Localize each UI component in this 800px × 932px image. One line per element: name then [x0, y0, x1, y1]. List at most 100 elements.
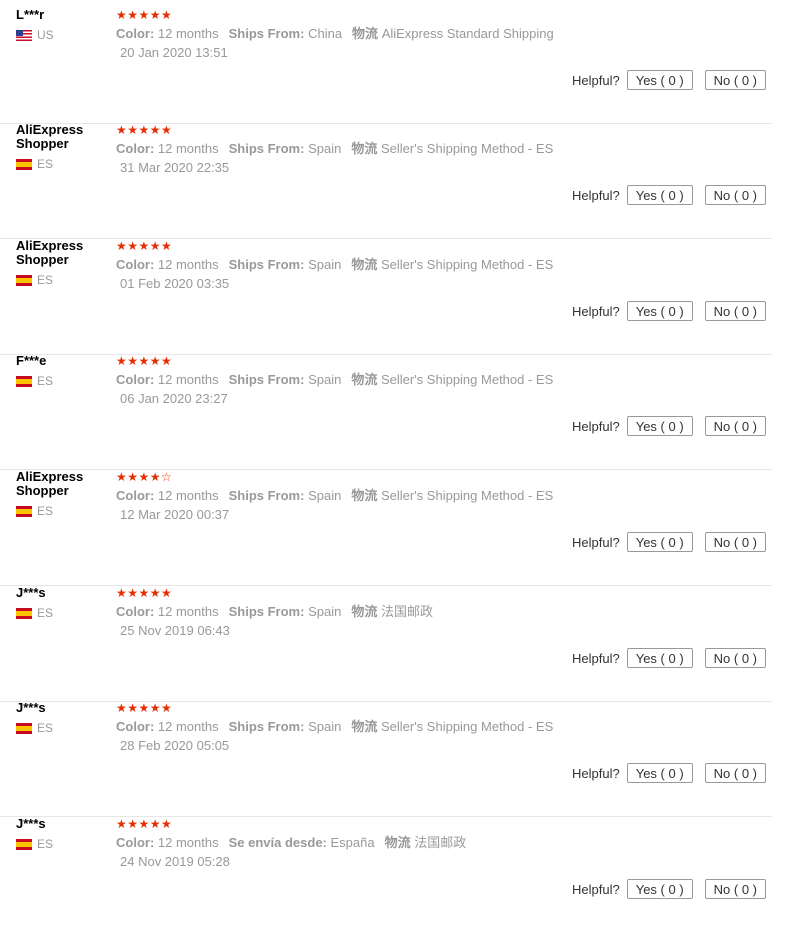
- helpful-no-button[interactable]: No ( 0 ): [704, 70, 766, 90]
- helpful-no-button[interactable]: No ( 0 ): [704, 879, 766, 899]
- logistics-label: 物流: [351, 488, 378, 503]
- country-code: ES: [37, 504, 54, 518]
- star-rating: ★★★★★: [116, 354, 173, 368]
- helpful-no-button[interactable]: No ( 0 ): [704, 185, 766, 205]
- ships-from-value: Spain: [308, 719, 342, 734]
- helpful-controls: Helpful? Yes ( 0 ) No ( 0 ): [572, 416, 766, 436]
- helpful-label: Helpful?: [572, 650, 620, 666]
- ships-from-label: Ships From:: [228, 488, 305, 503]
- review-date: 06 Jan 2020 23:27: [120, 391, 228, 406]
- helpful-controls: Helpful? Yes ( 0 ) No ( 0 ): [572, 879, 766, 899]
- reviewer-country: ES: [16, 837, 108, 851]
- flag-icon: [16, 505, 32, 517]
- ships-from-value: China: [308, 26, 343, 41]
- logistics-label: 物流: [352, 26, 379, 41]
- ships-from-label: Ships From:: [228, 604, 305, 619]
- helpful-controls: Helpful? Yes ( 0 ) No ( 0 ): [572, 763, 766, 783]
- review-item: AliExpress Shopper ES ★★★★★ Color: 12 month…: [0, 123, 772, 239]
- review-details: ★★★★★ Color: 12 months Ships From: Spain 物流…: [116, 123, 553, 176]
- helpful-no-button[interactable]: No ( 0 ): [704, 763, 766, 783]
- helpful-no-button[interactable]: No ( 0 ): [704, 301, 766, 321]
- review-attributes: Color: 12 months Ships From: Spain 物流 Sell…: [116, 257, 553, 273]
- reviewer-info: L***r US: [16, 8, 108, 42]
- country-code: ES: [37, 606, 54, 620]
- color-label: Color:: [116, 488, 155, 503]
- helpful-no-button[interactable]: No ( 0 ): [704, 648, 766, 668]
- review-details: ★★★★★ Color: 12 months Se envía desde: Esp…: [116, 817, 466, 870]
- helpful-yes-button[interactable]: Yes ( 0 ): [626, 532, 693, 552]
- helpful-yes-button[interactable]: Yes ( 0 ): [626, 70, 693, 90]
- reviewer-info: J***s ES: [16, 586, 108, 620]
- ships-from-label: Ships From:: [228, 141, 305, 156]
- review-item: AliExpress Shopper ES ★★★★☆ Color: 12 month…: [0, 470, 772, 586]
- review-item: J***s ES ★★★★★ Color: 12 months Se envía des…: [0, 817, 772, 932]
- reviewer-info: AliExpress Shopper ES: [16, 239, 108, 287]
- helpful-yes-button[interactable]: Yes ( 0 ): [626, 648, 693, 668]
- helpful-yes-button[interactable]: Yes ( 0 ): [626, 416, 693, 436]
- review-item: J***s ES ★★★★★ Color: 12 months Ships From: …: [0, 701, 772, 817]
- ships-from-value: Spain: [308, 257, 342, 272]
- logistics-label: 物流: [351, 604, 378, 619]
- reviewer-country: ES: [16, 721, 108, 735]
- review-date: 28 Feb 2020 05:05: [120, 738, 230, 753]
- star-rating: ★★★★★: [116, 123, 173, 137]
- color-label: Color:: [116, 604, 155, 619]
- ships-from-label: Ships From:: [228, 26, 305, 41]
- reviewer-info: J***s ES: [16, 701, 108, 735]
- flag-icon: [16, 274, 32, 286]
- review-date: 24 Nov 2019 05:28: [120, 854, 230, 869]
- ships-from-label: Se envía desde:: [228, 835, 327, 850]
- review-attributes: Color: 12 months Ships From: Spain 物流 Sell…: [116, 141, 553, 157]
- star-rating: ★★★★★: [116, 8, 173, 22]
- review-attributes: Color: 12 months Ships From: Spain 物流 Sell…: [116, 719, 553, 735]
- review-item: J***s ES ★★★★★ Color: 12 months Ships From: …: [0, 586, 772, 702]
- reviewer-name: J***s: [16, 700, 46, 715]
- reviewer-name: J***s: [16, 585, 46, 600]
- helpful-yes-button[interactable]: Yes ( 0 ): [626, 301, 693, 321]
- reviewer-name: J***s: [16, 816, 46, 831]
- helpful-label: Helpful?: [572, 303, 620, 319]
- helpful-yes-button[interactable]: Yes ( 0 ): [626, 763, 693, 783]
- helpful-no-button[interactable]: No ( 0 ): [704, 532, 766, 552]
- review-list: L***r US ★★★★★ Color: 12 months Ships From: …: [0, 0, 800, 902]
- star-rating: ★★★★★: [116, 701, 173, 715]
- helpful-yes-button[interactable]: Yes ( 0 ): [626, 185, 693, 205]
- color-value: 12 months: [157, 719, 219, 734]
- color-label: Color:: [116, 26, 155, 41]
- review-attributes: Color: 12 months Ships From: Spain 物流 Sell…: [116, 372, 553, 388]
- review-date: 01 Feb 2020 03:35: [120, 276, 230, 291]
- reviewer-name: AliExpress Shopper: [16, 469, 84, 498]
- reviewer-country: US: [16, 28, 108, 42]
- review-attributes: Color: 12 months Se envía desde: España 物流…: [116, 835, 466, 851]
- reviewer-name: L***r: [16, 7, 45, 22]
- ships-from-label: Ships From:: [228, 719, 305, 734]
- helpful-no-button[interactable]: No ( 0 ): [704, 416, 766, 436]
- reviewer-name: F***e: [16, 353, 47, 368]
- review-details: ★★★★★ Color: 12 months Ships From: Spain 物流…: [116, 701, 553, 754]
- color-label: Color:: [116, 719, 155, 734]
- review-item: AliExpress Shopper ES ★★★★★ Color: 12 month…: [0, 239, 772, 355]
- reviewer-country: ES: [16, 606, 108, 620]
- reviewer-info: AliExpress Shopper ES: [16, 470, 108, 518]
- helpful-label: Helpful?: [572, 534, 620, 550]
- helpful-yes-button[interactable]: Yes ( 0 ): [626, 879, 693, 899]
- review-date: 20 Jan 2020 13:51: [120, 45, 228, 60]
- flag-icon: [16, 722, 32, 734]
- logistics-label: 物流: [351, 141, 378, 156]
- star-rating: ★★★★★: [116, 817, 173, 831]
- color-value: 12 months: [157, 604, 219, 619]
- country-code: ES: [37, 837, 54, 851]
- helpful-controls: Helpful? Yes ( 0 ) No ( 0 ): [572, 70, 766, 90]
- color-value: 12 months: [157, 488, 219, 503]
- review-date: 31 Mar 2020 22:35: [120, 160, 230, 175]
- ships-from-value: Spain: [308, 604, 342, 619]
- reviewer-info: AliExpress Shopper ES: [16, 123, 108, 171]
- ships-from-value: España: [330, 835, 375, 850]
- country-code: ES: [37, 273, 54, 287]
- logistics-value: Seller's Shipping Method - ES: [380, 372, 554, 387]
- reviewer-country: ES: [16, 374, 108, 388]
- color-label: Color:: [116, 141, 155, 156]
- logistics-value: Seller's Shipping Method - ES: [380, 719, 554, 734]
- star-rating: ★★★★★: [116, 239, 173, 253]
- review-attributes: Color: 12 months Ships From: Spain 物流 Sell…: [116, 488, 553, 504]
